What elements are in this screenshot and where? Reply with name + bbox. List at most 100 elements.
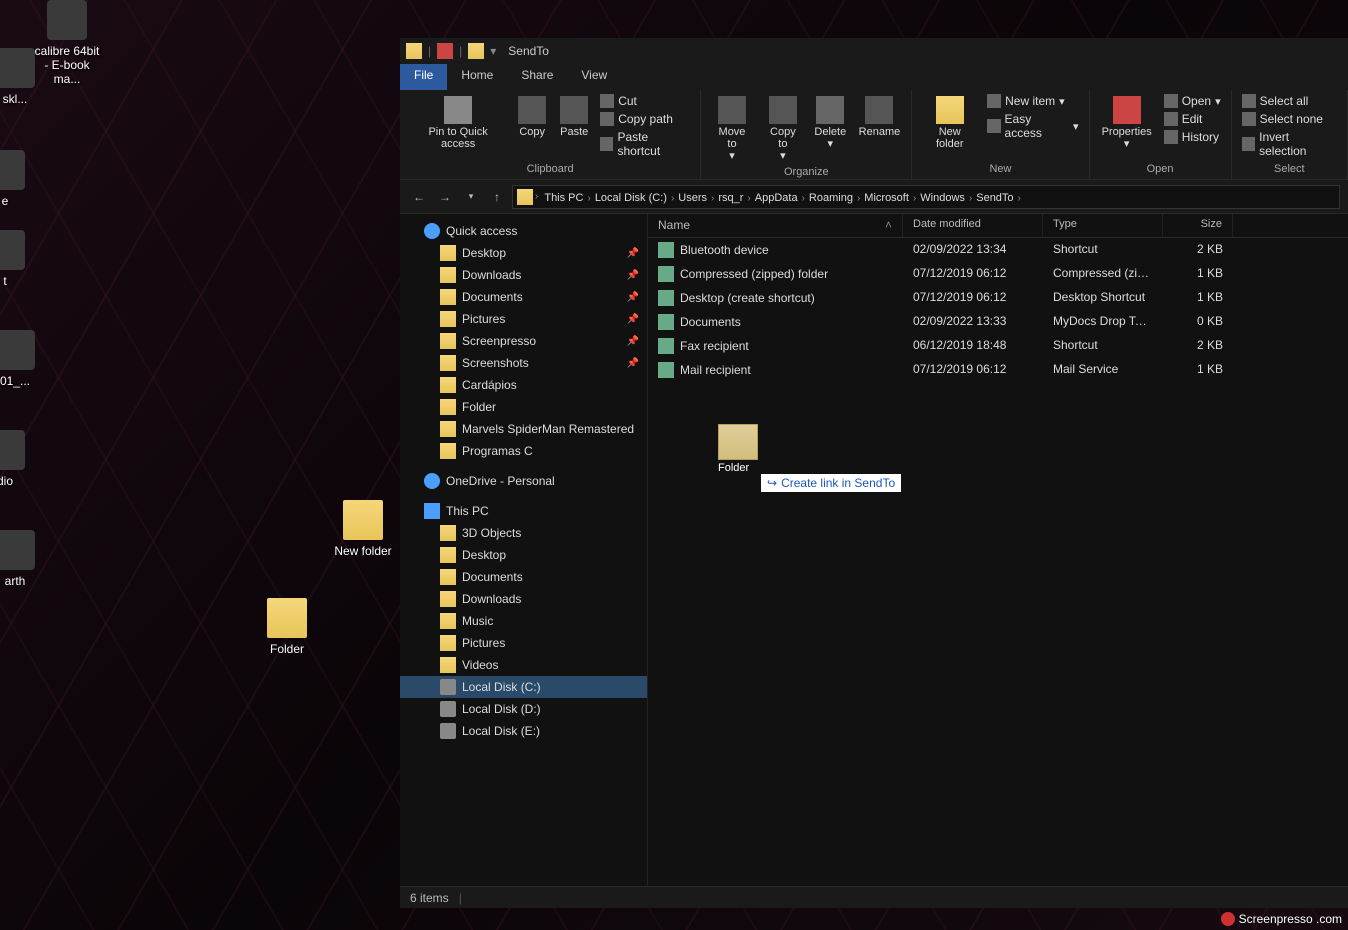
select-all-icon <box>1242 94 1256 108</box>
icon <box>0 48 35 88</box>
tab-view[interactable]: View <box>567 64 621 90</box>
open-button[interactable]: Open ▾ <box>1160 92 1225 110</box>
pin-to-quick-access-button[interactable]: Pin to Quick access <box>406 92 510 154</box>
desktop-icon[interactable]: 01_... <box>0 330 50 388</box>
sidebar-item[interactable]: Desktop <box>400 544 647 566</box>
paste-shortcut-button[interactable]: Paste shortcut <box>596 128 694 160</box>
group-label: Select <box>1238 163 1341 177</box>
desktop-icon[interactable]: Folder <box>252 598 322 656</box>
sidebar-item[interactable]: Programas C <box>400 440 647 462</box>
group-label: Open <box>1096 163 1225 177</box>
select-all-button[interactable]: Select all <box>1238 92 1341 110</box>
sparkle-icon <box>987 94 1001 108</box>
sidebar-this-pc[interactable]: This PC <box>400 500 647 522</box>
breadcrumb-segment[interactable]: Local Disk (C:) <box>591 190 671 206</box>
desktop-icon[interactable]: arth <box>0 530 50 588</box>
breadcrumb-segment[interactable]: Users <box>674 190 711 206</box>
breadcrumb-segment[interactable]: Windows <box>916 190 969 206</box>
desktop-icon[interactable]: e <box>0 150 40 208</box>
copy-to-button[interactable]: Copy to▾ <box>759 92 807 166</box>
sidebar-item-label: Videos <box>462 658 498 672</box>
file-date: 07/12/2019 06:12 <box>903 288 1043 308</box>
file-row[interactable]: Mail recipient07/12/2019 06:12Mail Servi… <box>648 358 1348 382</box>
column-date[interactable]: Date modified <box>903 214 1043 237</box>
back-button[interactable]: ← <box>408 186 430 208</box>
file-row[interactable]: Bluetooth device02/09/2022 13:34Shortcut… <box>648 238 1348 262</box>
sidebar-item[interactable]: Marvels SpiderMan Remastered <box>400 418 647 440</box>
invert-selection-button[interactable]: Invert selection <box>1238 128 1341 160</box>
history-button[interactable]: History <box>1160 128 1225 146</box>
sidebar-item[interactable]: Pictures <box>400 632 647 654</box>
folder-icon <box>440 421 456 437</box>
edit-button[interactable]: Edit <box>1160 110 1225 128</box>
breadcrumb-segment[interactable]: rsq_r <box>714 190 747 206</box>
breadcrumb-segment[interactable]: This PC <box>540 190 587 206</box>
copy-button[interactable]: Copy <box>512 92 552 142</box>
column-size[interactable]: Size <box>1163 214 1233 237</box>
breadcrumb-segment[interactable]: Roaming <box>805 190 857 206</box>
tab-share[interactable]: Share <box>507 64 567 90</box>
qat-icon[interactable] <box>437 43 453 59</box>
file-row[interactable]: Fax recipient06/12/2019 18:48Shortcut2 K… <box>648 334 1348 358</box>
file-row[interactable]: Compressed (zipped) folder07/12/2019 06:… <box>648 262 1348 286</box>
sidebar-item[interactable]: Documents <box>400 566 647 588</box>
desktop-icon[interactable]: New folder <box>328 500 398 558</box>
sidebar-item[interactable]: Folder <box>400 396 647 418</box>
breadcrumb-segment[interactable]: SendTo <box>972 190 1017 206</box>
sidebar-item[interactable]: Local Disk (E:) <box>400 720 647 742</box>
icon-label: e <box>0 194 40 208</box>
sidebar-item[interactable]: 3D Objects <box>400 522 647 544</box>
chevron-right-icon[interactable]: › <box>535 191 538 202</box>
cut-button[interactable]: Cut <box>596 92 694 110</box>
sidebar-item-label: Pictures <box>462 636 505 650</box>
sidebar-item[interactable]: Downloads <box>400 588 647 610</box>
sidebar-item[interactable]: Screenpresso📌 <box>400 330 647 352</box>
recent-dropdown[interactable]: ▾ <box>460 186 482 208</box>
desktop-icon[interactable]: t <box>0 230 40 288</box>
delete-button[interactable]: Delete▾ <box>809 92 851 154</box>
copy-path-button[interactable]: Copy path <box>596 110 694 128</box>
properties-button[interactable]: Properties▾ <box>1096 92 1158 154</box>
easy-access-button[interactable]: Easy access ▾ <box>983 110 1082 142</box>
sidebar-item[interactable]: Documents📌 <box>400 286 647 308</box>
sidebar-item[interactable]: Cardápios <box>400 374 647 396</box>
pin-icon: 📌 <box>627 358 639 369</box>
icon-label: t <box>0 274 40 288</box>
up-button[interactable]: ↑ <box>486 186 508 208</box>
sidebar-item[interactable]: Screenshots📌 <box>400 352 647 374</box>
paste-button[interactable]: Paste <box>554 92 594 142</box>
column-name[interactable]: Name ˄ <box>648 214 903 237</box>
scissors-icon <box>600 94 614 108</box>
new-item-button[interactable]: New item ▾ <box>983 92 1082 110</box>
select-none-button[interactable]: Select none <box>1238 110 1341 128</box>
address-bar[interactable]: › This PC›Local Disk (C:)›Users›rsq_r›Ap… <box>512 185 1340 209</box>
file-row[interactable]: Documents02/09/2022 13:33MyDocs Drop Tar… <box>648 310 1348 334</box>
chevron-right-icon[interactable]: › <box>1018 193 1021 204</box>
sidebar-quick-access[interactable]: Quick access <box>400 220 647 242</box>
desktop-icon[interactable]: calibre 64bit - E-book ma... <box>32 0 102 86</box>
sidebar-item[interactable]: Local Disk (C:) <box>400 676 647 698</box>
qat-folder-icon[interactable] <box>468 43 484 59</box>
sidebar-item[interactable]: Local Disk (D:) <box>400 698 647 720</box>
screenpresso-watermark: Screenpresso .com <box>1221 912 1342 926</box>
sidebar-item[interactable]: Pictures📌 <box>400 308 647 330</box>
sidebar-item[interactable]: Music <box>400 610 647 632</box>
qat-dropdown-icon[interactable]: ▾ <box>490 44 496 58</box>
tab-file[interactable]: File <box>400 64 447 90</box>
sidebar-item[interactable]: Desktop📌 <box>400 242 647 264</box>
rename-button[interactable]: Rename <box>854 92 906 142</box>
breadcrumb-segment[interactable]: AppData <box>751 190 802 206</box>
file-icon <box>658 242 674 258</box>
breadcrumb-segment[interactable]: Microsoft <box>860 190 913 206</box>
sidebar-item-label: Pictures <box>462 312 505 326</box>
desktop-icon[interactable]: dio <box>0 430 40 488</box>
sidebar-onedrive[interactable]: OneDrive - Personal <box>400 470 647 492</box>
move-to-button[interactable]: Move to▾ <box>707 92 757 166</box>
new-folder-button[interactable]: New folder <box>918 92 981 154</box>
file-row[interactable]: Desktop (create shortcut)07/12/2019 06:1… <box>648 286 1348 310</box>
sidebar-item[interactable]: Videos <box>400 654 647 676</box>
sidebar-item[interactable]: Downloads📌 <box>400 264 647 286</box>
column-type[interactable]: Type <box>1043 214 1163 237</box>
tab-home[interactable]: Home <box>447 64 507 90</box>
forward-button[interactable]: → <box>434 186 456 208</box>
